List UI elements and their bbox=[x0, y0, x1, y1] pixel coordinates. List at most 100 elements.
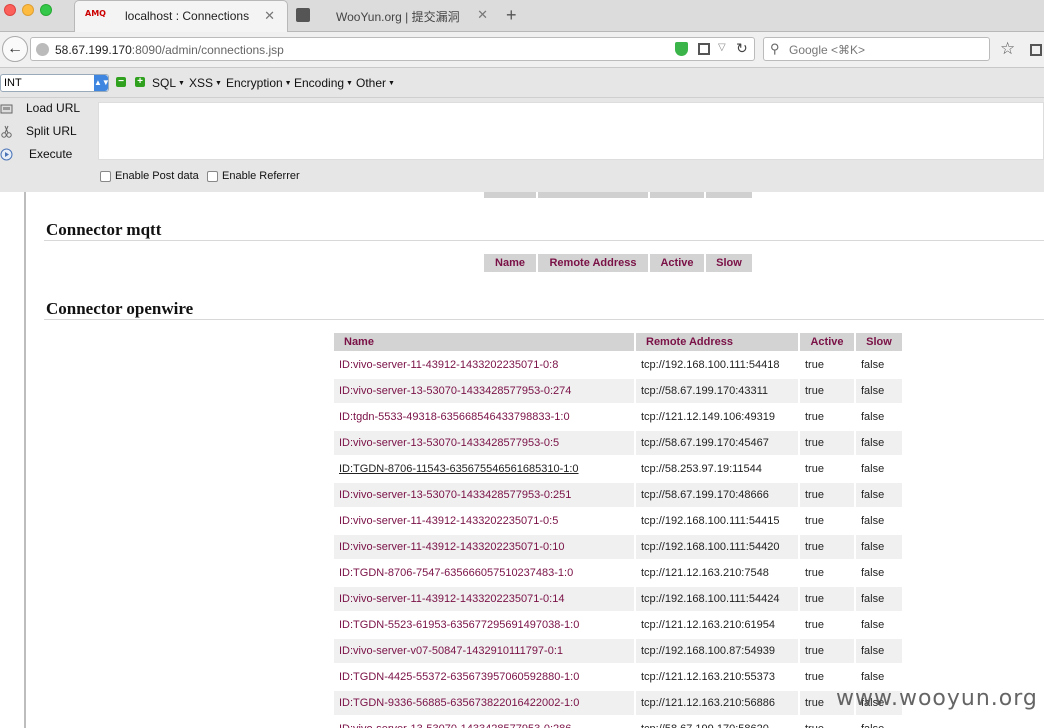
connection-name-link[interactable]: ID:TGDN-8706-11543-635675546561685310-1:… bbox=[334, 457, 634, 481]
decrease-button[interactable]: − bbox=[116, 77, 126, 87]
remote-address-cell: tcp://192.168.100.87:54939 bbox=[636, 639, 798, 663]
search-input[interactable]: ⚲ Google <⌘K> bbox=[763, 37, 990, 61]
table-row: ID:vivo-server-v07-50847-1432910111797-0… bbox=[334, 639, 902, 663]
search-placeholder: Google <⌘K> bbox=[789, 43, 866, 57]
globe-icon bbox=[36, 43, 49, 56]
connection-name-link[interactable]: ID:vivo-server-11-43912-1433202235071-0:… bbox=[334, 509, 634, 533]
remote-address-cell: tcp://121.12.149.106:49319 bbox=[641, 411, 775, 423]
hackbar-panel: Load URL Split URL Execute Enable Post d… bbox=[0, 98, 1044, 192]
url-bar[interactable]: 58.67.199.170:8090/admin/connections.jsp… bbox=[30, 37, 755, 61]
enable-referrer-checkbox[interactable]: Enable Referrer bbox=[207, 170, 300, 182]
checkbox-box[interactable] bbox=[207, 170, 218, 182]
new-tab-button[interactable]: + bbox=[506, 5, 517, 26]
active-cell: true bbox=[805, 411, 824, 423]
active-cell: true bbox=[800, 431, 854, 455]
zoom-window-button[interactable] bbox=[40, 4, 52, 16]
active-cell: true bbox=[805, 463, 824, 475]
tab-title: WooYun.org | 提交漏洞 bbox=[336, 10, 460, 24]
table-row: ID:vivo-server-13-53070-1433428577953-0:… bbox=[334, 379, 902, 403]
connection-name-link[interactable]: ID:TGDN-5523-61953-635677295691497038-1:… bbox=[334, 613, 634, 637]
caret-down-icon: ▼ bbox=[213, 80, 222, 87]
remote-address-cell: tcp://58.67.199.170:58620 bbox=[636, 717, 798, 728]
active-cell: true bbox=[805, 567, 824, 579]
table-row: ID:vivo-server-11-43912-1433202235071-0:… bbox=[334, 509, 902, 533]
column-header-remote-address[interactable]: Remote Address bbox=[636, 333, 798, 351]
url-host: 58.67.199.170 bbox=[55, 43, 132, 57]
increase-button[interactable]: + bbox=[135, 77, 145, 87]
active-cell: true bbox=[800, 483, 854, 507]
table-row: ID:TGDN-4425-55372-635673957060592880-1:… bbox=[334, 665, 902, 689]
back-button[interactable]: ← bbox=[2, 36, 28, 62]
shield-icon[interactable] bbox=[675, 42, 688, 56]
column-header-name[interactable]: Name bbox=[484, 254, 536, 272]
remote-address-cell: tcp://58.67.199.170:43311 bbox=[636, 379, 798, 403]
connection-name-link[interactable]: ID:vivo-server-13-53070-1433428577953-0:… bbox=[334, 431, 634, 455]
select-arrows-icon: ▲▼ bbox=[94, 75, 110, 91]
connection-name-link[interactable]: ID:vivo-server-13-53070-1433428577953-0:… bbox=[334, 483, 634, 507]
column-header-slow[interactable]: Slow bbox=[706, 254, 752, 272]
url-path: :8090/admin/connections.jsp bbox=[131, 43, 284, 57]
search-icon: ⚲ bbox=[770, 41, 780, 56]
type-select-value: INT bbox=[4, 77, 22, 89]
scissors-icon bbox=[1, 125, 12, 138]
play-icon bbox=[0, 148, 13, 161]
slow-cell: false bbox=[856, 431, 902, 455]
menu-other[interactable]: Other ▼ bbox=[356, 76, 395, 90]
load-url-label: Load URL bbox=[26, 101, 81, 115]
slow-cell: false bbox=[861, 515, 885, 527]
enable-post-data-checkbox[interactable]: Enable Post data bbox=[100, 170, 199, 182]
connection-name-link[interactable]: ID:vivo-server-11-43912-1433202235071-0:… bbox=[334, 535, 634, 559]
menu-xss[interactable]: XSS ▼ bbox=[189, 76, 222, 90]
type-select[interactable]: INT ▲▼ bbox=[0, 74, 110, 92]
table-row: ID:vivo-server-13-53070-1433428577953-0:… bbox=[334, 717, 902, 728]
slow-cell: false bbox=[856, 535, 902, 559]
column-header-active[interactable]: Active bbox=[650, 254, 704, 272]
slow-cell: false bbox=[856, 639, 902, 663]
active-cell: true bbox=[805, 515, 824, 527]
checkbox-box[interactable] bbox=[100, 170, 111, 182]
table-row: ID:vivo-server-13-53070-1433428577953-0:… bbox=[334, 431, 902, 455]
caret-down-icon: ▼ bbox=[344, 80, 353, 87]
bookmark-star-icon[interactable]: ☆ bbox=[1000, 39, 1015, 59]
left-border bbox=[24, 192, 26, 728]
connection-name-link[interactable]: ID:vivo-server-13-53070-1433428577953-0:… bbox=[334, 379, 634, 403]
connection-name-link[interactable]: ID:tgdn-5533-49318-635668546433798833-1:… bbox=[334, 405, 634, 429]
column-header-remote-address[interactable]: Remote Address bbox=[538, 254, 648, 272]
minimize-window-button[interactable] bbox=[22, 4, 34, 16]
caret-down-icon: ▼ bbox=[282, 80, 292, 87]
close-icon[interactable]: ✕ bbox=[477, 7, 488, 23]
connection-name-link[interactable]: ID:vivo-server-13-53070-1433428577953-0:… bbox=[334, 717, 634, 728]
close-icon[interactable]: ✕ bbox=[264, 8, 275, 24]
connection-name-link[interactable]: ID:vivo-server-11-43912-1433202235071-0:… bbox=[334, 587, 634, 611]
column-header-slow[interactable]: Slow bbox=[856, 333, 902, 351]
column-header-active[interactable]: Active bbox=[800, 333, 854, 351]
connection-name-link[interactable]: ID:TGDN-4425-55372-635673957060592880-1:… bbox=[334, 665, 634, 689]
close-window-button[interactable] bbox=[4, 4, 16, 16]
connection-name-link[interactable]: ID:vivo-server-11-43912-1433202235071-0:… bbox=[334, 353, 634, 377]
slow-cell: false bbox=[861, 619, 885, 631]
connection-name-link[interactable]: ID:TGDN-8706-7547-635666057510237483-1:0 bbox=[334, 561, 634, 585]
menu-encryption[interactable]: Encryption ▼ bbox=[226, 76, 292, 90]
remote-address-cell: tcp://58.253.97.19:11544 bbox=[641, 463, 762, 475]
tab-connections[interactable]: AMQ localhost : Connections ✕ bbox=[74, 0, 288, 32]
column-header-name[interactable]: Name bbox=[334, 333, 634, 351]
reading-list-icon[interactable] bbox=[1030, 44, 1042, 56]
active-cell: true bbox=[805, 359, 824, 371]
reload-icon[interactable]: ↻ bbox=[736, 40, 748, 57]
table-row: ID:vivo-server-13-53070-1433428577953-0:… bbox=[334, 483, 902, 507]
active-cell: true bbox=[800, 587, 854, 611]
remote-address-cell: tcp://192.168.100.111:54415 bbox=[641, 515, 780, 527]
connector-openwire-title: Connector openwire bbox=[46, 299, 194, 318]
qr-code-icon[interactable] bbox=[698, 43, 710, 55]
connection-name-link[interactable]: ID:vivo-server-v07-50847-1432910111797-0… bbox=[334, 639, 634, 663]
connection-name-link[interactable]: ID:TGDN-9336-56885-635673822016422002-1:… bbox=[334, 691, 634, 715]
menu-encoding[interactable]: Encoding ▼ bbox=[294, 76, 353, 90]
caret-down-icon: ▼ bbox=[176, 80, 185, 87]
tab-wooyun[interactable]: WooYun.org | 提交漏洞 ✕ bbox=[290, 0, 500, 32]
table-row: ID:tgdn-5533-49318-635668546433798833-1:… bbox=[334, 405, 902, 429]
url-textarea[interactable] bbox=[98, 102, 1044, 160]
checkbox-label: Enable Referrer bbox=[222, 170, 300, 182]
chevron-down-icon[interactable]: ▽ bbox=[718, 42, 726, 53]
menu-sql[interactable]: SQL ▼ bbox=[152, 76, 185, 90]
remote-address-cell: tcp://192.168.100.111:54420 bbox=[636, 535, 798, 559]
